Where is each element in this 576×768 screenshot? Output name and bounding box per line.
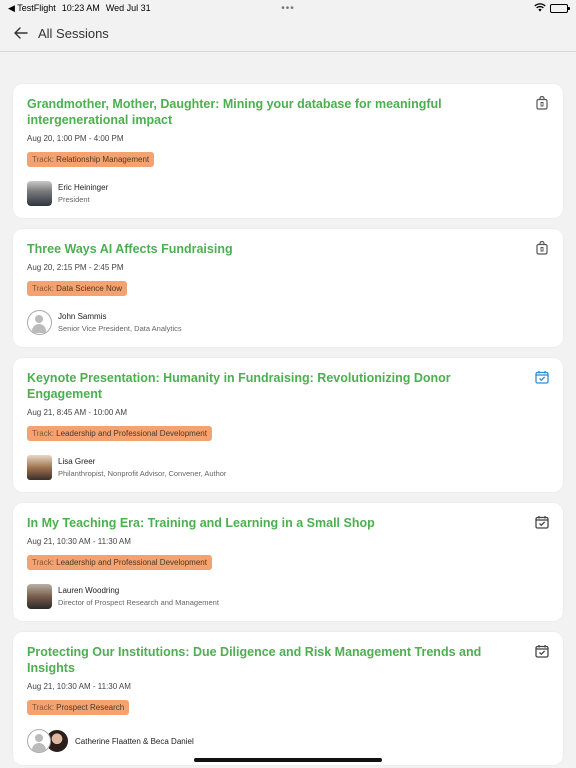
track-prefix: Track: xyxy=(32,703,54,712)
session-card[interactable]: Three Ways AI Affects Fundraising Aug 20… xyxy=(13,229,563,347)
session-card[interactable]: Grandmother, Mother, Daughter: Mining yo… xyxy=(13,84,563,218)
track-prefix: Track: xyxy=(32,429,54,438)
page-title: All Sessions xyxy=(38,26,109,41)
track-prefix: Track: xyxy=(32,284,54,293)
session-time: Aug 21, 10:30 AM - 11:30 AM xyxy=(27,682,131,691)
track-badge: Track: Leadership and Professional Devel… xyxy=(27,426,212,441)
track-prefix: Track: xyxy=(32,155,54,164)
home-indicator[interactable] xyxy=(194,758,382,762)
session-title[interactable]: Three Ways AI Affects Fundraising xyxy=(27,241,549,257)
shopping-bag-icon[interactable] xyxy=(535,241,549,255)
track-prefix: Track: xyxy=(32,558,54,567)
calendar-check-icon[interactable] xyxy=(535,644,549,658)
testflight-back-link[interactable]: ◀ TestFlight xyxy=(8,3,56,14)
session-card[interactable]: In My Teaching Era: Training and Learnin… xyxy=(13,503,563,621)
track-name: Leadership and Professional Development xyxy=(56,429,207,438)
track-badge: Track: Prospect Research xyxy=(27,700,130,715)
speaker[interactable]: John Sammis Senior Vice President, Data … xyxy=(27,310,549,335)
speaker-name: Lisa Greer xyxy=(58,457,96,466)
session-time: Aug 21, 8:45 AM - 10:00 AM xyxy=(27,408,128,417)
status-date: Wed Jul 31 xyxy=(105,3,151,13)
speaker[interactable]: Lisa Greer Philanthropist, Nonprofit Adv… xyxy=(27,455,549,480)
track-badge: Track: Leadership and Professional Devel… xyxy=(27,555,212,570)
speaker-name: Catherine Flaatten & Beca Daniel xyxy=(75,736,194,746)
session-title[interactable]: Grandmother, Mother, Daughter: Mining yo… xyxy=(27,96,549,128)
speaker-name: Lauren Woodring xyxy=(58,586,120,595)
session-title[interactable]: In My Teaching Era: Training and Learnin… xyxy=(27,515,549,531)
session-title[interactable]: Keynote Presentation: Humanity in Fundra… xyxy=(27,370,549,402)
speaker[interactable]: Lauren Woodring Director of Prospect Res… xyxy=(27,584,549,609)
wifi-icon xyxy=(534,2,546,14)
avatar xyxy=(27,584,52,609)
avatar-placeholder-icon xyxy=(27,729,51,753)
track-name: Data Science Now xyxy=(56,284,122,293)
track-badge: Track: Data Science Now xyxy=(27,281,127,296)
avatar xyxy=(27,181,52,206)
speaker-role: Philanthropist, Nonprofit Advisor, Conve… xyxy=(58,469,227,478)
avatar-placeholder-icon xyxy=(27,310,52,335)
track-badge: Track: Relationship Management xyxy=(27,152,155,167)
navigation-bar: All Sessions xyxy=(0,16,576,52)
session-time: Aug 20, 1:00 PM - 4:00 PM xyxy=(27,134,124,143)
session-card[interactable]: Keynote Presentation: Humanity in Fundra… xyxy=(13,358,563,492)
shopping-bag-icon[interactable] xyxy=(535,96,549,110)
calendar-check-icon[interactable] xyxy=(535,515,549,529)
speaker-role: Senior Vice President, Data Analytics xyxy=(58,324,182,333)
track-name: Relationship Management xyxy=(56,155,150,164)
arrow-left-icon[interactable] xyxy=(14,23,28,44)
session-card[interactable]: Protecting Our Institutions: Due Diligen… xyxy=(13,632,563,765)
speaker-name: John Sammis xyxy=(58,312,107,321)
session-time: Aug 20, 2:15 PM - 2:45 PM xyxy=(27,263,124,272)
speaker[interactable]: Eric Heininger President xyxy=(27,181,549,206)
track-name: Leadership and Professional Development xyxy=(56,558,207,567)
session-title[interactable]: Protecting Our Institutions: Due Diligen… xyxy=(27,644,549,676)
avatar xyxy=(27,455,52,480)
speaker[interactable]: Catherine Flaatten & Beca Daniel xyxy=(27,729,549,753)
multitasking-dots-icon[interactable]: ••• xyxy=(281,3,295,14)
status-bar: ◀ TestFlight 10:23 AM Wed Jul 31 ••• xyxy=(0,0,576,16)
sessions-list: Grandmother, Mother, Daughter: Mining yo… xyxy=(0,52,576,765)
speaker-role: President xyxy=(58,195,90,204)
status-time: 10:23 AM xyxy=(61,3,100,13)
speaker-name: Eric Heininger xyxy=(58,183,109,192)
session-time: Aug 21, 10:30 AM - 11:30 AM xyxy=(27,537,131,546)
speaker-role: Director of Prospect Research and Manage… xyxy=(58,598,219,607)
battery-icon xyxy=(550,3,570,13)
calendar-check-icon[interactable] xyxy=(535,370,549,384)
track-name: Prospect Research xyxy=(56,703,125,712)
